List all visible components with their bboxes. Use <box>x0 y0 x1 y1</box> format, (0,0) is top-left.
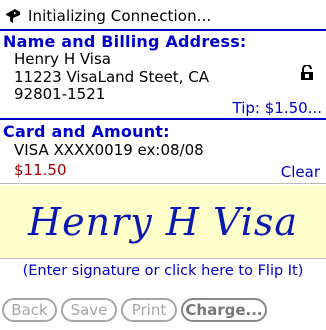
flip-hint-link[interactable]: (Enter signature or click here to Flip I… <box>0 263 326 279</box>
save-button[interactable]: Save <box>61 298 117 322</box>
billing-name: Henry H Visa <box>14 50 111 68</box>
divider <box>0 29 326 31</box>
card-heading: Card and Amount: <box>3 122 170 141</box>
billing-heading: Name and Billing Address: <box>3 32 247 51</box>
status-bar: Initializing Connection... <box>4 6 211 26</box>
divider <box>0 258 326 259</box>
signature-pad[interactable]: Henry H Visa <box>0 185 326 258</box>
print-button[interactable]: Print <box>121 298 177 322</box>
back-button[interactable]: Back <box>2 298 57 322</box>
amount-value: $11.50 <box>14 161 67 179</box>
divider <box>0 118 326 120</box>
signature-text: Henry H Visa <box>27 199 299 244</box>
divider <box>0 183 326 184</box>
tip-button[interactable]: Tip: $1.50... <box>233 99 322 117</box>
billing-street: 11223 VisaLand Steet, CA <box>14 68 209 86</box>
device-icon <box>6 9 20 23</box>
billing-zip: 92801-1521 <box>14 85 106 103</box>
charge-button[interactable]: Charge... <box>181 298 267 322</box>
card-info: VISA XXXX0019 ex:08/08 <box>14 141 204 159</box>
status-text: Initializing Connection... <box>28 7 212 25</box>
lock-icon[interactable] <box>300 65 314 81</box>
clear-button[interactable]: Clear <box>281 163 320 181</box>
